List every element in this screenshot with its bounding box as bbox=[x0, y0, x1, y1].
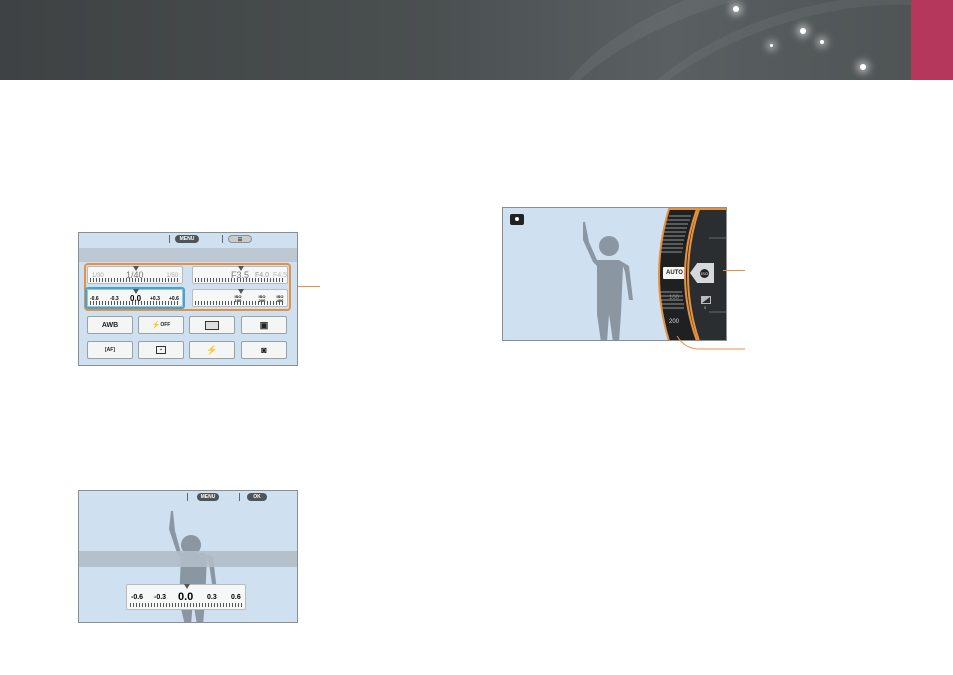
dial-highlight bbox=[658, 208, 726, 340]
screen-topbar: MENU ☰ bbox=[79, 233, 297, 245]
menu-button[interactable]: MENU bbox=[175, 235, 199, 243]
header-banner bbox=[0, 0, 953, 80]
highlight-blue bbox=[85, 287, 185, 309]
button-label: AF bbox=[106, 347, 114, 353]
display-button[interactable]: ☰ bbox=[228, 235, 252, 243]
callout-curve bbox=[676, 335, 745, 350]
ev-ticks bbox=[130, 603, 242, 607]
sparkle-icon bbox=[800, 28, 806, 34]
separator bbox=[222, 235, 223, 243]
flash-off-icon: ⚡ bbox=[151, 322, 161, 329]
ev-value-current: 0.0 bbox=[178, 591, 194, 603]
separator bbox=[239, 493, 240, 501]
ois-icon: ◙ bbox=[261, 345, 267, 355]
button-label: OFF bbox=[160, 322, 171, 328]
frame-button[interactable] bbox=[189, 316, 235, 334]
menu-button[interactable]: MENU bbox=[197, 493, 219, 501]
dial-screen: AUTO 100 200 ISO 0 bbox=[502, 207, 727, 341]
person-silhouette bbox=[583, 222, 633, 340]
ev-value: -0.6 bbox=[131, 594, 144, 601]
ev-slider-panel[interactable]: -0.6 -0.3 0.0 0.3 0.6 bbox=[126, 584, 246, 610]
chapter-tab[interactable] bbox=[911, 0, 953, 80]
callout-line bbox=[298, 286, 320, 287]
sparkle-icon bbox=[820, 40, 824, 44]
display-icon: ☰ bbox=[237, 237, 243, 243]
sparkle-icon bbox=[860, 64, 866, 70]
metering-button[interactable]: ▣ bbox=[241, 316, 287, 334]
ok-button[interactable]: OK bbox=[247, 493, 267, 501]
af-area-button[interactable]: [AF] bbox=[87, 341, 133, 359]
ev-value: -0.3 bbox=[154, 594, 167, 601]
ev-adjust-screen: MENU OK -0.6 -0.3 0.0 0.3 0.6 bbox=[78, 490, 298, 623]
ev-value: 0.6 bbox=[231, 594, 241, 601]
callout-line bbox=[723, 270, 745, 271]
indicator-triangle bbox=[184, 584, 190, 589]
flash-button[interactable]: ⚡ bbox=[189, 341, 235, 359]
manual-page: MENU ☰ 1/30 1/40 1/50 F3.5 F4.0 F4.5 -0.… bbox=[0, 0, 953, 675]
drive-icon: ▪ bbox=[156, 346, 166, 354]
separator bbox=[187, 493, 188, 501]
af-area-icon: [AF] bbox=[104, 347, 115, 353]
sparkle-icon bbox=[733, 6, 739, 12]
camera-mode-icon bbox=[510, 214, 524, 225]
title-band bbox=[79, 248, 297, 262]
settings-screen: MENU ☰ 1/30 1/40 1/50 F3.5 F4.0 F4.5 -0.… bbox=[78, 232, 298, 366]
title-band bbox=[79, 551, 297, 567]
awb-button[interactable]: AWB bbox=[87, 316, 133, 334]
metering-icon: ▣ bbox=[259, 319, 269, 330]
flash-off-button[interactable]: ⚡ OFF bbox=[138, 316, 184, 334]
sparkle-icon bbox=[770, 44, 773, 47]
flash-icon: ⚡ bbox=[206, 344, 218, 355]
screen-topbar: MENU OK bbox=[79, 491, 297, 503]
ev-value: 0.3 bbox=[207, 594, 217, 601]
frame-icon bbox=[205, 320, 219, 330]
ois-button[interactable]: ◙ bbox=[241, 341, 287, 359]
drive-button[interactable]: ▪ bbox=[138, 341, 184, 359]
separator bbox=[169, 235, 170, 243]
